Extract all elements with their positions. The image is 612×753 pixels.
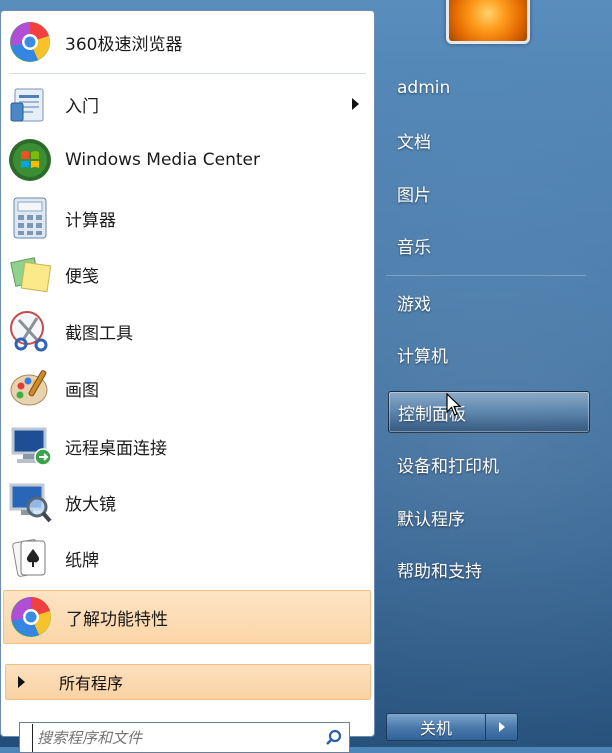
pinned-item-paint[interactable]: 画图 [3, 361, 371, 415]
right-item-label: 游戏 [397, 294, 431, 315]
pinned-item-label: 便笺 [65, 266, 99, 287]
right-item-label: 音乐 [397, 237, 431, 258]
right-item-label: 帮助和支持 [397, 561, 482, 582]
pinned-item-360-browser[interactable]: 360极速浏览器 [3, 15, 371, 69]
chrome-360-icon [5, 17, 55, 67]
right-item-games[interactable]: 游戏 [388, 282, 590, 322]
user-name-label: admin [397, 78, 451, 98]
right-item-default-programs[interactable]: 默认程序 [388, 497, 590, 537]
right-item-pictures[interactable]: 图片 [388, 173, 590, 213]
scissors-icon [5, 306, 55, 356]
magnifier-icon [5, 477, 55, 527]
pinned-item-label: 远程桌面连接 [65, 438, 167, 459]
pinned-item-getting-started[interactable]: 入门 [3, 77, 371, 131]
search-icon[interactable] [319, 723, 349, 752]
calculator-icon [5, 193, 55, 243]
pinned-item-label: 截图工具 [65, 323, 133, 344]
right-item-music[interactable]: 音乐 [388, 225, 590, 265]
pinned-item-solitaire[interactable]: 纸牌 [3, 531, 371, 585]
pinned-item-label: 了解功能特性 [66, 609, 168, 630]
pinned-item-label: 360极速浏览器 [65, 34, 183, 55]
submenu-arrow-icon[interactable] [352, 98, 359, 110]
cards-icon [5, 533, 55, 583]
shutdown-options-button[interactable] [486, 713, 518, 741]
all-programs-button[interactable]: 所有程序 [5, 664, 371, 700]
windows-media-center-icon [5, 135, 55, 185]
right-item-devices-printers[interactable]: 设备和打印机 [388, 444, 590, 484]
right-item-documents[interactable]: 文档 [388, 120, 590, 160]
pinned-item-sticky-notes[interactable]: 便笺 [3, 247, 371, 301]
expand-arrow-icon [18, 676, 25, 688]
pinned-item-label: Windows Media Center [65, 150, 260, 170]
pinned-item-remote-desktop[interactable]: 远程桌面连接 [3, 419, 371, 473]
pinned-item-snipping-tool[interactable]: 截图工具 [3, 304, 371, 358]
pinned-item-label: 放大镜 [65, 494, 116, 515]
chrome-360-icon [6, 592, 56, 642]
chevron-right-icon [498, 722, 505, 732]
right-item-user[interactable]: admin [388, 68, 590, 108]
right-item-control-panel[interactable]: 控制面板 [388, 391, 590, 433]
pinned-item-label: 计算器 [65, 210, 116, 231]
all-programs-label: 所有程序 [59, 674, 124, 693]
getting-started-icon [5, 79, 55, 129]
pinned-item-learn-features[interactable]: 了解功能特性 [3, 590, 371, 644]
search-box[interactable] [19, 722, 350, 753]
shutdown-button[interactable]: 关机 [386, 713, 486, 741]
right-item-label: 图片 [397, 185, 431, 206]
pinned-item-calculator[interactable]: 计算器 [3, 191, 371, 245]
pinned-item-windows-media-center[interactable]: Windows Media Center [3, 133, 371, 187]
right-item-label: 文档 [397, 132, 431, 153]
right-item-label: 设备和打印机 [397, 456, 499, 477]
programs-panel: 360极速浏览器 入门 Windows Media Center 计算器 便笺 … [0, 10, 375, 753]
pinned-item-label: 画图 [65, 380, 99, 401]
right-item-computer[interactable]: 计算机 [388, 334, 590, 374]
paint-palette-icon [5, 363, 55, 413]
pinned-item-label: 纸牌 [65, 550, 99, 571]
shutdown-group: 关机 [386, 713, 518, 741]
pinned-item-label: 入门 [65, 96, 99, 117]
remote-desktop-icon [5, 421, 55, 471]
right-item-label: 默认程序 [397, 509, 465, 530]
right-item-help-support[interactable]: 帮助和支持 [388, 549, 590, 589]
divider [386, 275, 586, 276]
user-avatar[interactable] [446, 0, 530, 44]
sticky-notes-icon [5, 249, 55, 299]
divider [9, 73, 366, 74]
pinned-item-magnifier[interactable]: 放大镜 [3, 475, 371, 529]
mouse-cursor-icon [446, 392, 462, 421]
right-item-label: 计算机 [397, 346, 448, 367]
search-input[interactable] [32, 723, 319, 752]
